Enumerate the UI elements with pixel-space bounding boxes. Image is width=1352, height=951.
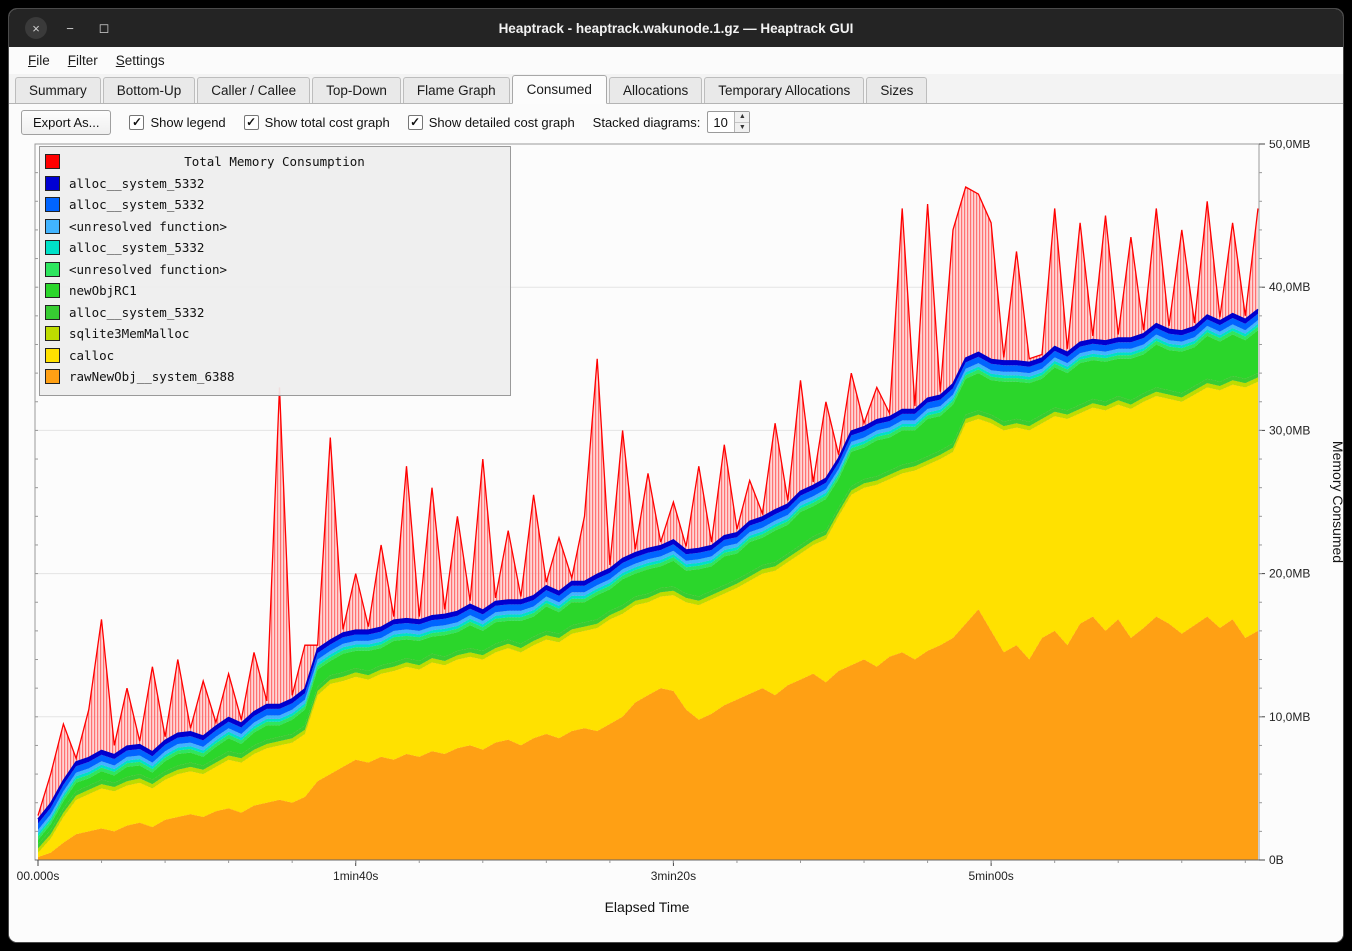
legend-label: alloc__system_5332 (69, 176, 204, 191)
y-tick-label: 10,0MB (1269, 710, 1310, 724)
legend-label: sqlite3MemMalloc (69, 326, 189, 341)
heaptrack-window: × − ◻ Heaptrack - heaptrack.wakunode.1.g… (8, 8, 1344, 943)
y-axis-title: Memory Consumed (1330, 441, 1344, 563)
x-axis-title: Elapsed Time (605, 899, 690, 915)
legend-swatch (45, 197, 60, 212)
checkbox-show-legend[interactable]: ✓ Show legend (129, 115, 225, 130)
legend-swatch (45, 240, 60, 255)
menu-filter[interactable]: Filter (59, 50, 107, 71)
tab-flame-graph[interactable]: Flame Graph (403, 77, 510, 103)
legend-item: newObjRC1 (45, 280, 504, 302)
maximize-button[interactable]: ◻ (93, 17, 115, 39)
y-tick-label: 20,0MB (1269, 567, 1310, 581)
legend-swatch (45, 219, 60, 234)
tab-consumed[interactable]: Consumed (512, 75, 607, 104)
x-tick-label: 1min40s (333, 869, 378, 883)
chart-legend: Total Memory Consumption alloc__system_5… (39, 146, 511, 396)
legend-item: calloc (45, 345, 504, 367)
legend-label: rawNewObj__system_6388 (69, 369, 235, 384)
stacked-diagrams-label: Stacked diagrams: (593, 115, 701, 130)
stacked-diagrams-control: Stacked diagrams: 10 ▲ ▼ (593, 111, 751, 133)
menu-file[interactable]: File (19, 50, 59, 71)
menubar: FileFilterSettings (9, 47, 1343, 74)
legend-swatch (45, 305, 60, 320)
checkbox-label: Show total cost graph (265, 115, 390, 130)
x-tick-label: 5min00s (968, 869, 1013, 883)
spin-up-button[interactable]: ▲ (735, 112, 749, 123)
legend-item: sqlite3MemMalloc (45, 323, 504, 345)
y-tick-label: 40,0MB (1269, 280, 1310, 294)
legend-swatch (45, 176, 60, 191)
stacked-diagrams-value[interactable]: 10 (708, 112, 734, 132)
chart-area: 00.000s 1min40s 3min20s 5min00s 0B 10,0MB 20,0… (9, 140, 1344, 943)
spin-down-button[interactable]: ▼ (735, 123, 749, 133)
legend-item: <unresolved function> (45, 259, 504, 281)
legend-label: alloc__system_5332 (69, 240, 204, 255)
tab-allocations[interactable]: Allocations (609, 77, 702, 103)
y-tick-label: 50,0MB (1269, 140, 1310, 151)
stacked-diagrams-spinbox[interactable]: 10 ▲ ▼ (707, 111, 750, 133)
menu-settings[interactable]: Settings (107, 50, 174, 71)
spin-arrows: ▲ ▼ (734, 112, 749, 132)
tab-sizes[interactable]: Sizes (866, 77, 927, 103)
tab-temporary-allocations[interactable]: Temporary Allocations (704, 77, 864, 103)
x-tick-label: 3min20s (651, 869, 696, 883)
tab-top-down[interactable]: Top-Down (312, 77, 401, 103)
tabbar: SummaryBottom-UpCaller / CalleeTop-DownF… (9, 74, 1343, 104)
legend-label: newObjRC1 (69, 283, 137, 298)
legend-swatch (45, 283, 60, 298)
legend-label: alloc__system_5332 (69, 305, 204, 320)
checkbox-show-total-cost-graph[interactable]: ✓ Show total cost graph (244, 115, 390, 130)
minimize-button[interactable]: − (59, 17, 81, 39)
checkbox-box[interactable]: ✓ (244, 115, 259, 130)
legend-title: Total Memory Consumption (69, 154, 504, 169)
checkbox-label: Show legend (150, 115, 225, 130)
titlebar: × − ◻ Heaptrack - heaptrack.wakunode.1.g… (9, 9, 1343, 47)
tab-bottom-up[interactable]: Bottom-Up (103, 77, 196, 103)
legend-label: <unresolved function> (69, 262, 227, 277)
checkbox-group: ✓ Show legend ✓ Show total cost graph ✓ Show … (129, 115, 574, 130)
screen: × − ◻ Heaptrack - heaptrack.wakunode.1.g… (0, 0, 1352, 951)
y-tick-label: 30,0MB (1269, 423, 1310, 437)
legend-title-swatch (45, 154, 60, 169)
legend-label: calloc (69, 348, 114, 363)
legend-swatch (45, 326, 60, 341)
checkbox-show-detailed-cost-graph[interactable]: ✓ Show detailed cost graph (408, 115, 575, 130)
checkbox-box[interactable]: ✓ (129, 115, 144, 130)
legend-label: <unresolved function> (69, 219, 227, 234)
legend-title-row: Total Memory Consumption (45, 151, 504, 173)
legend-swatch (45, 348, 60, 363)
close-button[interactable]: × (25, 17, 47, 39)
legend-item: alloc__system_5332 (45, 302, 504, 324)
checkbox-label: Show detailed cost graph (429, 115, 575, 130)
legend-item: rawNewObj__system_6388 (45, 366, 504, 388)
legend-item: <unresolved function> (45, 216, 504, 238)
toolbar: Export As... ✓ Show legend ✓ Show total cos… (9, 104, 1343, 140)
legend-item: alloc__system_5332 (45, 194, 504, 216)
window-controls: × − ◻ (25, 9, 115, 47)
legend-swatch (45, 369, 60, 384)
legend-item: alloc__system_5332 (45, 173, 504, 195)
window-title: Heaptrack - heaptrack.wakunode.1.gz — He… (9, 21, 1343, 36)
checkbox-box[interactable]: ✓ (408, 115, 423, 130)
tab-caller-callee[interactable]: Caller / Callee (197, 77, 310, 103)
legend-item: alloc__system_5332 (45, 237, 504, 259)
y-tick-label: 0B (1269, 853, 1284, 867)
legend-swatch (45, 262, 60, 277)
export-as-button[interactable]: Export As... (21, 110, 111, 135)
legend-label: alloc__system_5332 (69, 197, 204, 212)
tab-summary[interactable]: Summary (15, 77, 101, 103)
x-tick-label: 00.000s (17, 869, 60, 883)
